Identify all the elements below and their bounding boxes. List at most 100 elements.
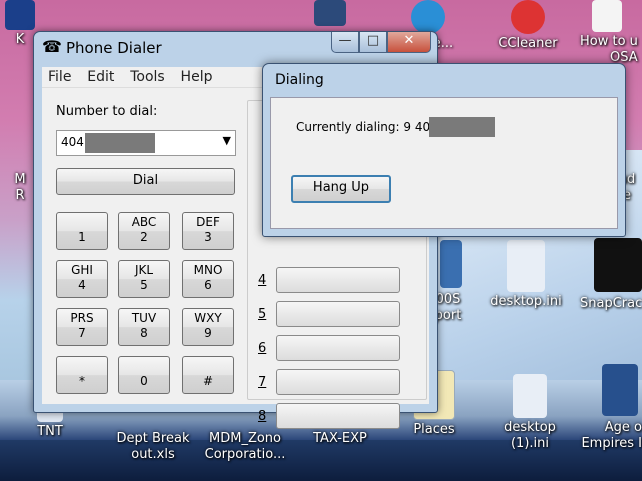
key-digit: 8 <box>140 326 148 340</box>
key-letters: MNO <box>193 263 223 277</box>
number-to-dial-label: Number to dial: <box>56 104 158 119</box>
desktop-icon-mdm-zono[interactable]: MDM_Zono Corporatio... <box>200 431 290 463</box>
minimize-button[interactable]: — <box>331 32 359 53</box>
desktop-icon-label: How to u <box>580 34 638 49</box>
maximize-button[interactable]: □ <box>359 32 387 53</box>
keypad-9[interactable]: WXY 9 <box>182 308 234 346</box>
speed-dial-number: 5 <box>258 307 267 322</box>
desktop-icon-desktop-ini[interactable]: desktop.ini <box>486 240 566 310</box>
app-icon <box>5 0 35 30</box>
speed-dial-number: 8 <box>258 409 267 424</box>
close-button[interactable]: ✕ <box>387 32 431 53</box>
key-digit: 4 <box>78 278 86 292</box>
desktop-icon-label: (1).ini <box>510 436 549 451</box>
speed-dial-row: 5 <box>258 301 418 327</box>
desktop-icon-label: 00S <box>435 292 461 307</box>
desktop-icon-dept-break[interactable]: Dept Break out.xls <box>108 431 198 463</box>
key-digit: 6 <box>204 278 212 292</box>
speed-dial-button-5[interactable] <box>276 301 400 327</box>
office-icon <box>411 0 445 34</box>
keypad-3[interactable]: DEF 3 <box>182 212 234 250</box>
speed-dial-button-8[interactable] <box>276 403 400 429</box>
keypad-hash[interactable]: # <box>182 356 234 394</box>
key-letters <box>119 359 169 374</box>
desktop-icon-label: port <box>434 308 462 323</box>
document-icon <box>592 0 622 32</box>
number-combobox[interactable]: 404 ▼ <box>56 130 236 156</box>
keypad-0[interactable]: 0 <box>118 356 170 394</box>
menu-edit[interactable]: Edit <box>81 67 120 87</box>
desktop-icon-label: Age o <box>604 420 642 435</box>
speed-dial-button-4[interactable] <box>276 267 400 293</box>
desktop-icon-label: K <box>15 32 25 47</box>
key-letters <box>57 215 107 230</box>
key-digit: 1 <box>78 230 86 244</box>
redacted-number <box>429 117 495 137</box>
desktop-icon-label: Places <box>413 422 455 437</box>
speed-dial-button-7[interactable] <box>276 369 400 395</box>
desktop-icon-ccleaner[interactable]: CCleaner <box>492 0 564 52</box>
keypad-1[interactable]: 1 <box>56 212 108 250</box>
title-bar[interactable]: ☎ Phone Dialer — □ ✕ <box>34 32 437 62</box>
menu-file[interactable]: File <box>42 67 77 87</box>
desktop-icon-desktop-1-ini[interactable]: desktop (1).ini <box>490 374 570 452</box>
desktop-icon-network[interactable] <box>300 0 360 28</box>
desktop-icon-label: R <box>15 188 25 203</box>
keypad-6[interactable]: MNO 6 <box>182 260 234 298</box>
dialing-dialog: Dialing Currently dialing: 9 404 Hang Up <box>262 63 626 237</box>
desktop-icon-label: desktop <box>504 420 556 435</box>
keypad-star[interactable]: * <box>56 356 108 394</box>
desktop-icon-label: Empires I <box>581 436 642 451</box>
keypad-8[interactable]: TUV 8 <box>118 308 170 346</box>
desktop-icon-snapcrack[interactable]: SnapCrac <box>580 238 642 312</box>
key-letters: WXY <box>194 311 222 325</box>
desktop-icon-label: TNT <box>37 424 63 439</box>
number-value: 404 <box>61 135 84 149</box>
key-letters: GHI <box>71 263 93 277</box>
keypad-4[interactable]: GHI 4 <box>56 260 108 298</box>
caption-buttons: — □ ✕ <box>331 32 431 53</box>
settings-file-icon <box>513 374 547 418</box>
dialog-title: Dialing <box>275 72 324 88</box>
key-letters: DEF <box>196 215 220 229</box>
key-letters <box>57 359 107 374</box>
key-letters <box>183 359 233 374</box>
speed-dial-row: 8 <box>258 403 418 429</box>
speed-dial-number: 6 <box>258 341 267 356</box>
speed-dial-button-6[interactable] <box>276 335 400 361</box>
desktop-icon-age-of-empires[interactable]: Age o Empires I <box>580 364 642 452</box>
desktop-icon-label: out.xls <box>131 447 175 462</box>
key-letters: PRS <box>70 311 94 325</box>
desktop-icon-label: desktop.ini <box>490 294 562 309</box>
keypad-7[interactable]: PRS 7 <box>56 308 108 346</box>
desktop-icon-label: M <box>14 172 26 187</box>
dial-button[interactable]: Dial <box>56 168 235 195</box>
key-digit: # <box>202 374 214 388</box>
dropdown-arrow-icon[interactable]: ▼ <box>223 134 231 147</box>
speed-dial-row: 4 <box>258 267 418 293</box>
speed-dial-row: 7 <box>258 369 418 395</box>
desktop-icon-label: Corporatio... <box>204 447 286 462</box>
menu-help[interactable]: Help <box>175 67 219 87</box>
keypad-5[interactable]: JKL 5 <box>118 260 170 298</box>
program-icon <box>440 240 462 288</box>
desktop-icon-label: MDM_Zono <box>209 431 281 446</box>
desktop-icon-label: TAX-EXP <box>313 431 367 446</box>
age-of-empires-icon <box>602 364 638 416</box>
hang-up-button[interactable]: Hang Up <box>291 175 391 203</box>
key-digit: 7 <box>78 326 86 340</box>
desktop-icon-tax-exp[interactable]: TAX-EXP <box>300 431 380 447</box>
desktop-icon-label: CCleaner <box>498 36 558 51</box>
desktop-icon-howto[interactable]: How to u OSA <box>580 0 642 66</box>
ccleaner-icon <box>511 0 545 34</box>
phone-icon: ☎ <box>42 37 62 56</box>
keypad-2[interactable]: ABC 2 <box>118 212 170 250</box>
key-digit: 3 <box>204 230 212 244</box>
key-digit: * <box>79 374 85 388</box>
snapcrack-icon <box>594 238 642 292</box>
window-title: Phone Dialer <box>66 39 162 57</box>
key-digit: 2 <box>140 230 148 244</box>
key-digit: 9 <box>204 326 212 340</box>
desktop-icon-label: Dept Break <box>116 431 190 446</box>
menu-tools[interactable]: Tools <box>124 67 171 87</box>
